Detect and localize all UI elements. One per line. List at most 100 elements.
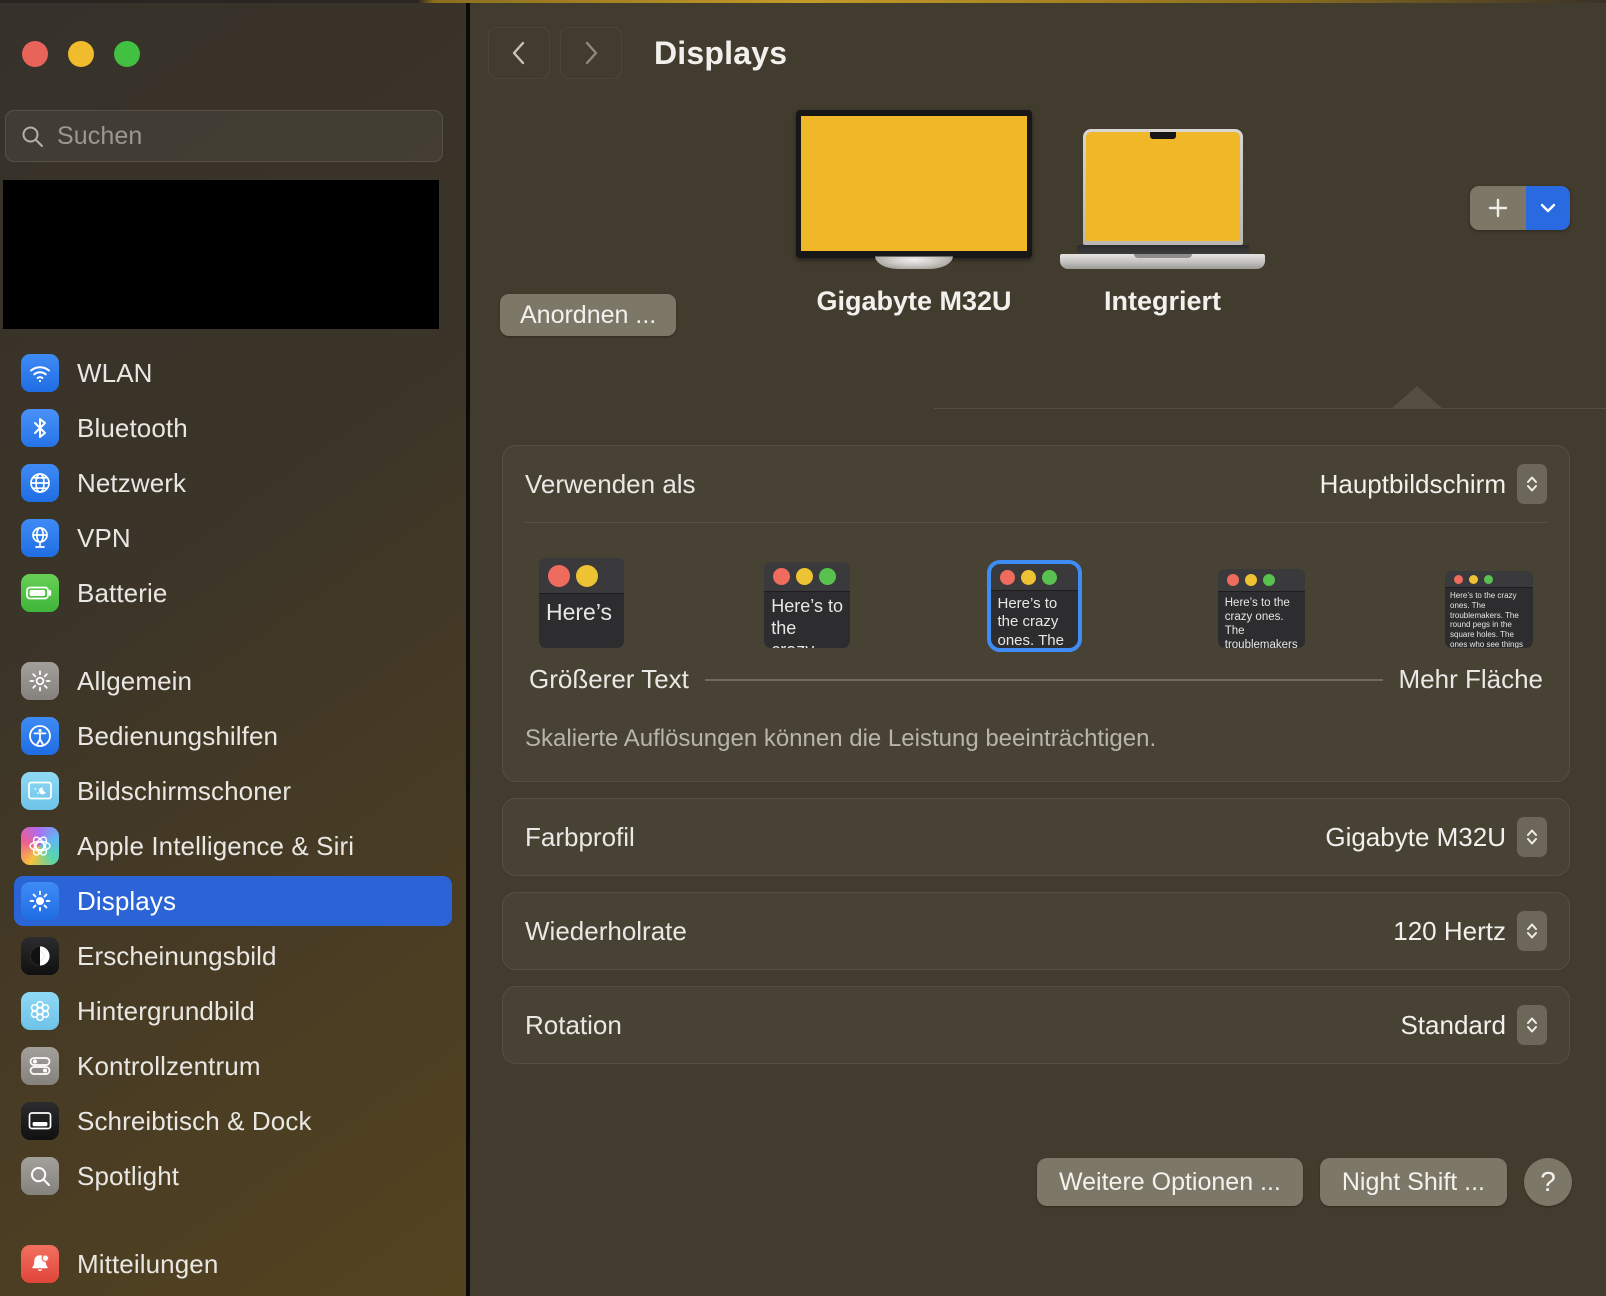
sidebar-item-displays[interactable]: Displays	[14, 876, 452, 926]
close-button[interactable]	[22, 41, 48, 67]
vpn-globe-icon	[21, 519, 59, 557]
row-label: Wiederholrate	[525, 915, 687, 946]
help-button[interactable]: ?	[1524, 1158, 1572, 1206]
sidebar-item-label: Bildschirmschoner	[77, 775, 292, 806]
sidebar-item-mitteilungen[interactable]: Mitteilungen	[14, 1239, 452, 1289]
display-unit-external[interactable]: Gigabyte M32U	[796, 110, 1032, 317]
control-center-icon	[21, 1047, 59, 1085]
color-profile-popup[interactable]: Gigabyte M32U	[1325, 817, 1547, 857]
sidebar-item-bedienungshilfen[interactable]: Bedienungshilfen	[14, 711, 452, 761]
zoom-button[interactable]	[114, 41, 140, 67]
sidebar-item-label: Bedienungshilfen	[77, 720, 279, 751]
sidebar-item-netzwerk[interactable]: Netzwerk	[14, 458, 452, 508]
page-title: Displays	[654, 34, 788, 71]
card-resolution: Verwenden als Hauptbildschirm Here’s Her…	[502, 445, 1570, 782]
row-use-as[interactable]: Verwenden als Hauptbildschirm	[503, 446, 1569, 522]
bluetooth-icon	[21, 409, 59, 447]
screensaver-icon	[21, 772, 59, 810]
laptop-base	[1060, 254, 1265, 269]
forward-button[interactable]	[560, 27, 622, 79]
thumb-titlebar	[990, 564, 1078, 591]
chevron-updown-icon[interactable]	[1517, 1005, 1547, 1045]
sidebar-item-apple-intelligence-siri[interactable]: Apple Intelligence & Siri	[14, 821, 452, 871]
preview-separator	[934, 408, 1606, 409]
resolution-option-selected[interactable]: Here’s to the crazy ones. The troublemak…	[986, 560, 1082, 652]
arrange-button[interactable]: Anordnen ...	[500, 294, 677, 336]
chevron-updown-icon[interactable]	[1517, 911, 1547, 951]
display-name: Gigabyte M32U	[816, 286, 1012, 316]
card-color-profile: Farbprofil Gigabyte M32U	[502, 798, 1570, 876]
sidebar-item-label: Erscheinungsbild	[77, 940, 277, 971]
laptop-keyboard	[1076, 245, 1249, 254]
row-refresh-rate[interactable]: Wiederholrate 120 Hertz	[503, 893, 1569, 969]
sidebar-item-kontrollzentrum[interactable]: Kontrollzentrum	[14, 1041, 452, 1091]
back-button[interactable]	[488, 27, 550, 79]
popup-value: 120 Hertz	[1393, 915, 1506, 946]
window-top-edge	[0, 0, 1606, 3]
sidebar-item-label: Netzwerk	[77, 467, 187, 498]
sidebar-item-allgemein[interactable]: Allgemein	[14, 656, 452, 706]
spotlight-icon	[21, 1157, 59, 1195]
sidebar-item-label: Displays	[77, 885, 177, 916]
minimize-button[interactable]	[68, 41, 94, 67]
chevron-updown-icon[interactable]	[1517, 464, 1547, 504]
display-name: Integriert	[1103, 286, 1222, 316]
row-color-profile[interactable]: Farbprofil Gigabyte M32U	[503, 799, 1569, 875]
sidebar-item-label: Allgemein	[77, 665, 193, 696]
card-refresh-rate: Wiederholrate 120 Hertz	[502, 892, 1570, 970]
scaling-picker: Here’s Here’s to the crazy ones. The tro…	[503, 523, 1569, 695]
nav-separator	[0, 623, 466, 656]
chevron-updown-icon[interactable]	[1517, 817, 1547, 857]
globe-icon	[21, 464, 59, 502]
appearance-icon	[21, 937, 59, 975]
refresh-rate-popup[interactable]: 120 Hertz	[1393, 911, 1547, 951]
use-as-popup[interactable]: Hauptbildschirm	[1320, 464, 1547, 504]
gear-icon	[21, 662, 59, 700]
brightness-icon	[21, 882, 59, 920]
sidebar-item-hintergrundbild[interactable]: Hintergrundbild	[14, 986, 452, 1036]
battery-icon	[21, 574, 59, 612]
resolution-option[interactable]: Here’s	[539, 558, 624, 648]
row-label: Farbprofil	[525, 821, 635, 852]
sidebar-item-batterie[interactable]: Batterie	[14, 568, 452, 618]
sidebar-item-label: VPN	[77, 522, 131, 553]
display-unit-builtin[interactable]: Integriert	[1060, 129, 1265, 317]
sidebar-item-label: Schreibtisch & Dock	[77, 1105, 312, 1136]
thumb-text: Here’s to the crazy ones. The troublemak…	[1450, 591, 1523, 648]
resolution-option[interactable]: Here’s to the crazy ones. The troublemak…	[1217, 569, 1305, 648]
add-display-group	[1470, 186, 1570, 230]
search-input[interactable]: Suchen	[5, 110, 443, 162]
monitor-stand	[875, 256, 953, 269]
row-label: Verwenden als	[525, 468, 696, 499]
sidebar-item-wlan[interactable]: WLAN	[14, 348, 452, 398]
sidebar-item-label: Mitteilungen	[77, 1248, 219, 1279]
window-controls	[22, 41, 140, 67]
siri-icon	[21, 827, 59, 865]
nav-group-system: Allgemein Bedienungshilfen Bildschirmsch…	[0, 656, 466, 1201]
night-shift-button[interactable]: Night Shift ...	[1319, 1158, 1507, 1206]
thumb-titlebar	[1445, 571, 1533, 588]
sidebar-item-label: WLAN	[77, 357, 153, 388]
thumb-titlebar	[539, 558, 624, 594]
popup-value: Hauptbildschirm	[1319, 468, 1506, 499]
sidebar-item-schreibtisch-dock[interactable]: Schreibtisch & Dock	[14, 1096, 452, 1146]
sidebar-item-erscheinungsbild[interactable]: Erscheinungsbild	[14, 931, 452, 981]
add-display-menu-button[interactable]	[1526, 186, 1570, 230]
resolution-option[interactable]: Here’s to the crazy ones. The troublemak…	[1445, 571, 1533, 648]
sidebar-item-vpn[interactable]: VPN	[14, 513, 452, 563]
scaling-track[interactable]	[704, 678, 1383, 681]
sidebar-item-label: Spotlight	[77, 1160, 180, 1191]
display-preview-strip: Gigabyte M32U Integriert Anordnen ...	[466, 105, 1606, 410]
rotation-popup[interactable]: Standard	[1400, 1005, 1547, 1045]
notch	[1149, 132, 1176, 139]
row-rotation[interactable]: Rotation Standard	[503, 987, 1569, 1063]
more-options-button[interactable]: Weitere Optionen ...	[1037, 1158, 1303, 1206]
add-display-button[interactable]	[1470, 186, 1526, 230]
sidebar-item-spotlight[interactable]: Spotlight	[14, 1151, 452, 1201]
sidebar-item-bildschirmschoner[interactable]: Bildschirmschoner	[14, 766, 452, 816]
sidebar-item-bluetooth[interactable]: Bluetooth	[14, 403, 452, 453]
monitor-screen	[801, 116, 1027, 251]
settings-nav: WLAN Bluetooth Netzwerk VPN Batterie All…	[0, 348, 466, 1294]
thumb-text: Here’s to the crazy ones. The troublemak…	[771, 596, 843, 648]
resolution-option[interactable]: Here’s to the crazy ones. The troublemak…	[764, 562, 851, 648]
